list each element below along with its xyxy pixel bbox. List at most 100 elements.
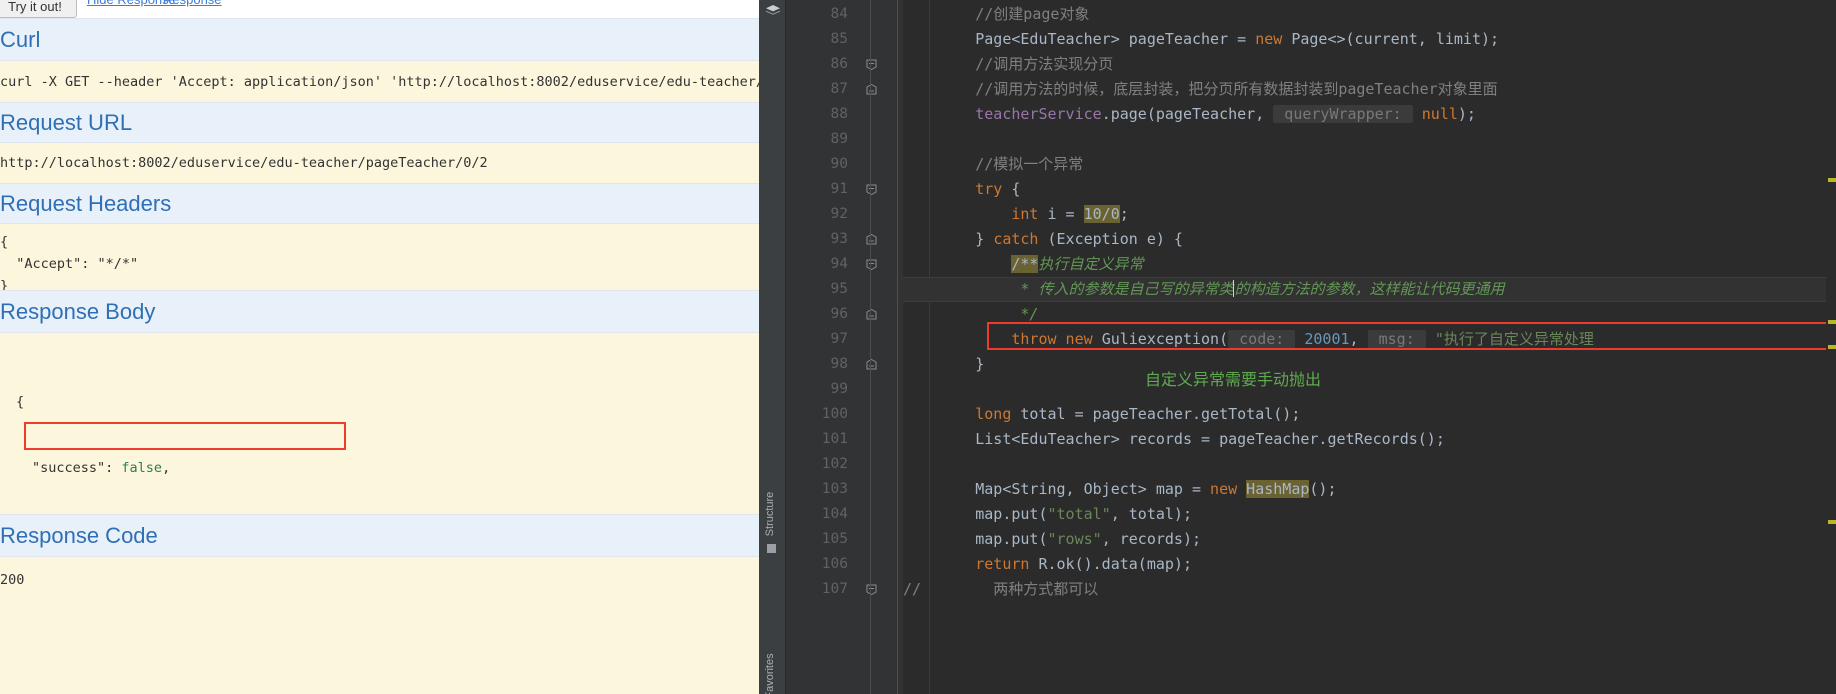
line-number: 85 bbox=[830, 31, 848, 47]
screenshot-root: Try it out! Hide Response Response Curl … bbox=[0, 0, 1836, 694]
section-title-curl: Curl bbox=[0, 18, 759, 61]
line-number: 93 bbox=[830, 231, 848, 247]
favorites-icon[interactable] bbox=[767, 544, 776, 553]
code-token: map.put( bbox=[903, 530, 1048, 548]
line-number: 88 bbox=[830, 106, 848, 122]
code-token: , total); bbox=[1110, 505, 1192, 523]
code-token: Guliexception( bbox=[1101, 330, 1229, 348]
code-token: } bbox=[903, 355, 985, 373]
code-token: map.put( bbox=[903, 505, 1048, 523]
line-number: 101 bbox=[821, 431, 848, 447]
code-line: try { bbox=[903, 177, 1020, 202]
json-open-brace: { bbox=[16, 394, 25, 410]
code-token: long bbox=[975, 405, 1012, 423]
tool-window-structure[interactable]: Structure bbox=[764, 484, 776, 544]
code-token: total = pageTeacher.getTotal(); bbox=[1011, 405, 1301, 423]
error-stripe-warning-2[interactable] bbox=[1828, 320, 1836, 324]
line-number: 99 bbox=[830, 381, 848, 397]
code-token: Page<>(current, limit); bbox=[1291, 30, 1500, 48]
line-number: 104 bbox=[821, 506, 848, 522]
line-number: 91 bbox=[830, 181, 848, 197]
code-token: null bbox=[1421, 105, 1458, 123]
code-token: HashMap bbox=[1246, 480, 1310, 498]
fold-marker-icon[interactable] bbox=[865, 302, 877, 327]
line-number: 97 bbox=[830, 331, 848, 347]
code-token: List<EduTeacher> records = pageTeacher.g… bbox=[903, 430, 1445, 448]
error-stripe-warning-4[interactable] bbox=[1828, 520, 1836, 524]
line-number: 89 bbox=[830, 131, 848, 147]
ide-tool-window-bar: Structure Favorites bbox=[759, 0, 786, 694]
line-number: 94 bbox=[830, 256, 848, 272]
code-token: , records); bbox=[1101, 530, 1202, 548]
code-token: try bbox=[975, 180, 1003, 198]
response-code-block: 200 bbox=[0, 557, 759, 694]
line-number: 107 bbox=[821, 581, 848, 597]
code-token: ); bbox=[1457, 105, 1476, 123]
fold-marker-icon[interactable] bbox=[865, 52, 877, 77]
fold-marker-icon[interactable] bbox=[865, 352, 877, 377]
code-token: (); bbox=[1309, 480, 1337, 498]
code-line: */ bbox=[903, 302, 1038, 327]
code-token: ok bbox=[1056, 555, 1075, 573]
json-line-success: "success": false, bbox=[32, 460, 171, 476]
line-number: 105 bbox=[821, 531, 848, 547]
intellij-editor-panel: Structure Favorites 84 85 86 87 88 89 90 91 92 93… bbox=[759, 0, 1836, 694]
swagger-top-bar: Try it out! Hide Response Response bbox=[0, 0, 759, 18]
line-number: 84 bbox=[830, 6, 848, 22]
code-token: //调用方法的时候，底层封装，把分页所有数据封装到pageTeacher对象里面 bbox=[975, 80, 1498, 98]
code-token: 的构造方法的参数，这样能让代码更通用 bbox=[1234, 280, 1505, 298]
tool-window-favorites[interactable]: Favorites bbox=[764, 653, 776, 694]
code-token: catch bbox=[993, 230, 1039, 248]
code-token: new bbox=[1255, 30, 1292, 48]
line-number: 103 bbox=[821, 481, 848, 497]
try-it-out-button[interactable]: Try it out! bbox=[0, 0, 77, 18]
code-token: */ bbox=[903, 305, 1039, 323]
code-line: long total = pageTeacher.getTotal(); bbox=[903, 402, 1300, 427]
code-line: } catch (Exception e) { bbox=[903, 227, 1183, 252]
editor-scrollbar[interactable] bbox=[1826, 0, 1836, 694]
code-line: throw new Guliexception( code: 20001, ms… bbox=[903, 327, 1594, 352]
curl-command-block: curl -X GET --header 'Accept: applicatio… bbox=[0, 61, 759, 102]
section-title-request-url: Request URL bbox=[0, 102, 759, 143]
code-line: //创建page对象 bbox=[903, 2, 1089, 27]
code-token: .page(pageTeacher, bbox=[1101, 105, 1274, 123]
line-number: 102 bbox=[821, 456, 848, 472]
code-token: 20001 bbox=[1304, 330, 1350, 348]
books-icon[interactable] bbox=[764, 4, 781, 18]
line-number: 106 bbox=[821, 556, 848, 572]
code-token: /** bbox=[1011, 255, 1039, 273]
code-token: (Exception e) { bbox=[1038, 230, 1183, 248]
code-token: "total" bbox=[1047, 505, 1111, 523]
line-number: 95 bbox=[830, 281, 848, 297]
code-token: "执行了自定义异常处理 bbox=[1434, 330, 1594, 348]
line-number: 87 bbox=[830, 81, 848, 97]
request-url-block: http://localhost:8002/eduservice/edu-tea… bbox=[0, 143, 759, 183]
line-number: 92 bbox=[830, 206, 848, 222]
code-token: Map<String, Object> map = bbox=[903, 480, 1211, 498]
code-token: Page<EduTeacher> pageTeacher = bbox=[903, 30, 1256, 48]
code-line: //模拟一个异常 bbox=[903, 152, 1083, 177]
error-stripe-warning-1[interactable] bbox=[1828, 178, 1836, 182]
response-link[interactable]: Response bbox=[163, 0, 222, 7]
error-stripe-warning-3[interactable] bbox=[1828, 345, 1836, 349]
line-number: 86 bbox=[830, 56, 848, 72]
fold-marker-icon[interactable] bbox=[865, 577, 877, 602]
code-line: map.put("total", total); bbox=[903, 502, 1192, 527]
code-line: * 传入的参数是自己写的异常类的构造方法的参数，这样能让代码更通用 bbox=[903, 277, 1504, 302]
code-token: queryWrapper: bbox=[1273, 105, 1413, 123]
code-editor-area[interactable]: //创建page对象 Page<EduTeacher> pageTeacher … bbox=[903, 0, 1836, 694]
fold-marker-icon[interactable] bbox=[865, 177, 877, 202]
code-token: // bbox=[903, 580, 922, 598]
fold-marker-icon[interactable] bbox=[865, 77, 877, 102]
code-line: Map<String, Object> map = new HashMap(); bbox=[903, 477, 1336, 502]
code-token: //模拟一个异常 bbox=[975, 155, 1084, 173]
code-token: 两种方式都可以 bbox=[921, 580, 1099, 598]
code-token: } bbox=[903, 230, 994, 248]
code-token: { bbox=[1002, 180, 1021, 198]
fold-marker-icon[interactable] bbox=[865, 252, 877, 277]
fold-marker-icon[interactable] bbox=[865, 227, 877, 252]
